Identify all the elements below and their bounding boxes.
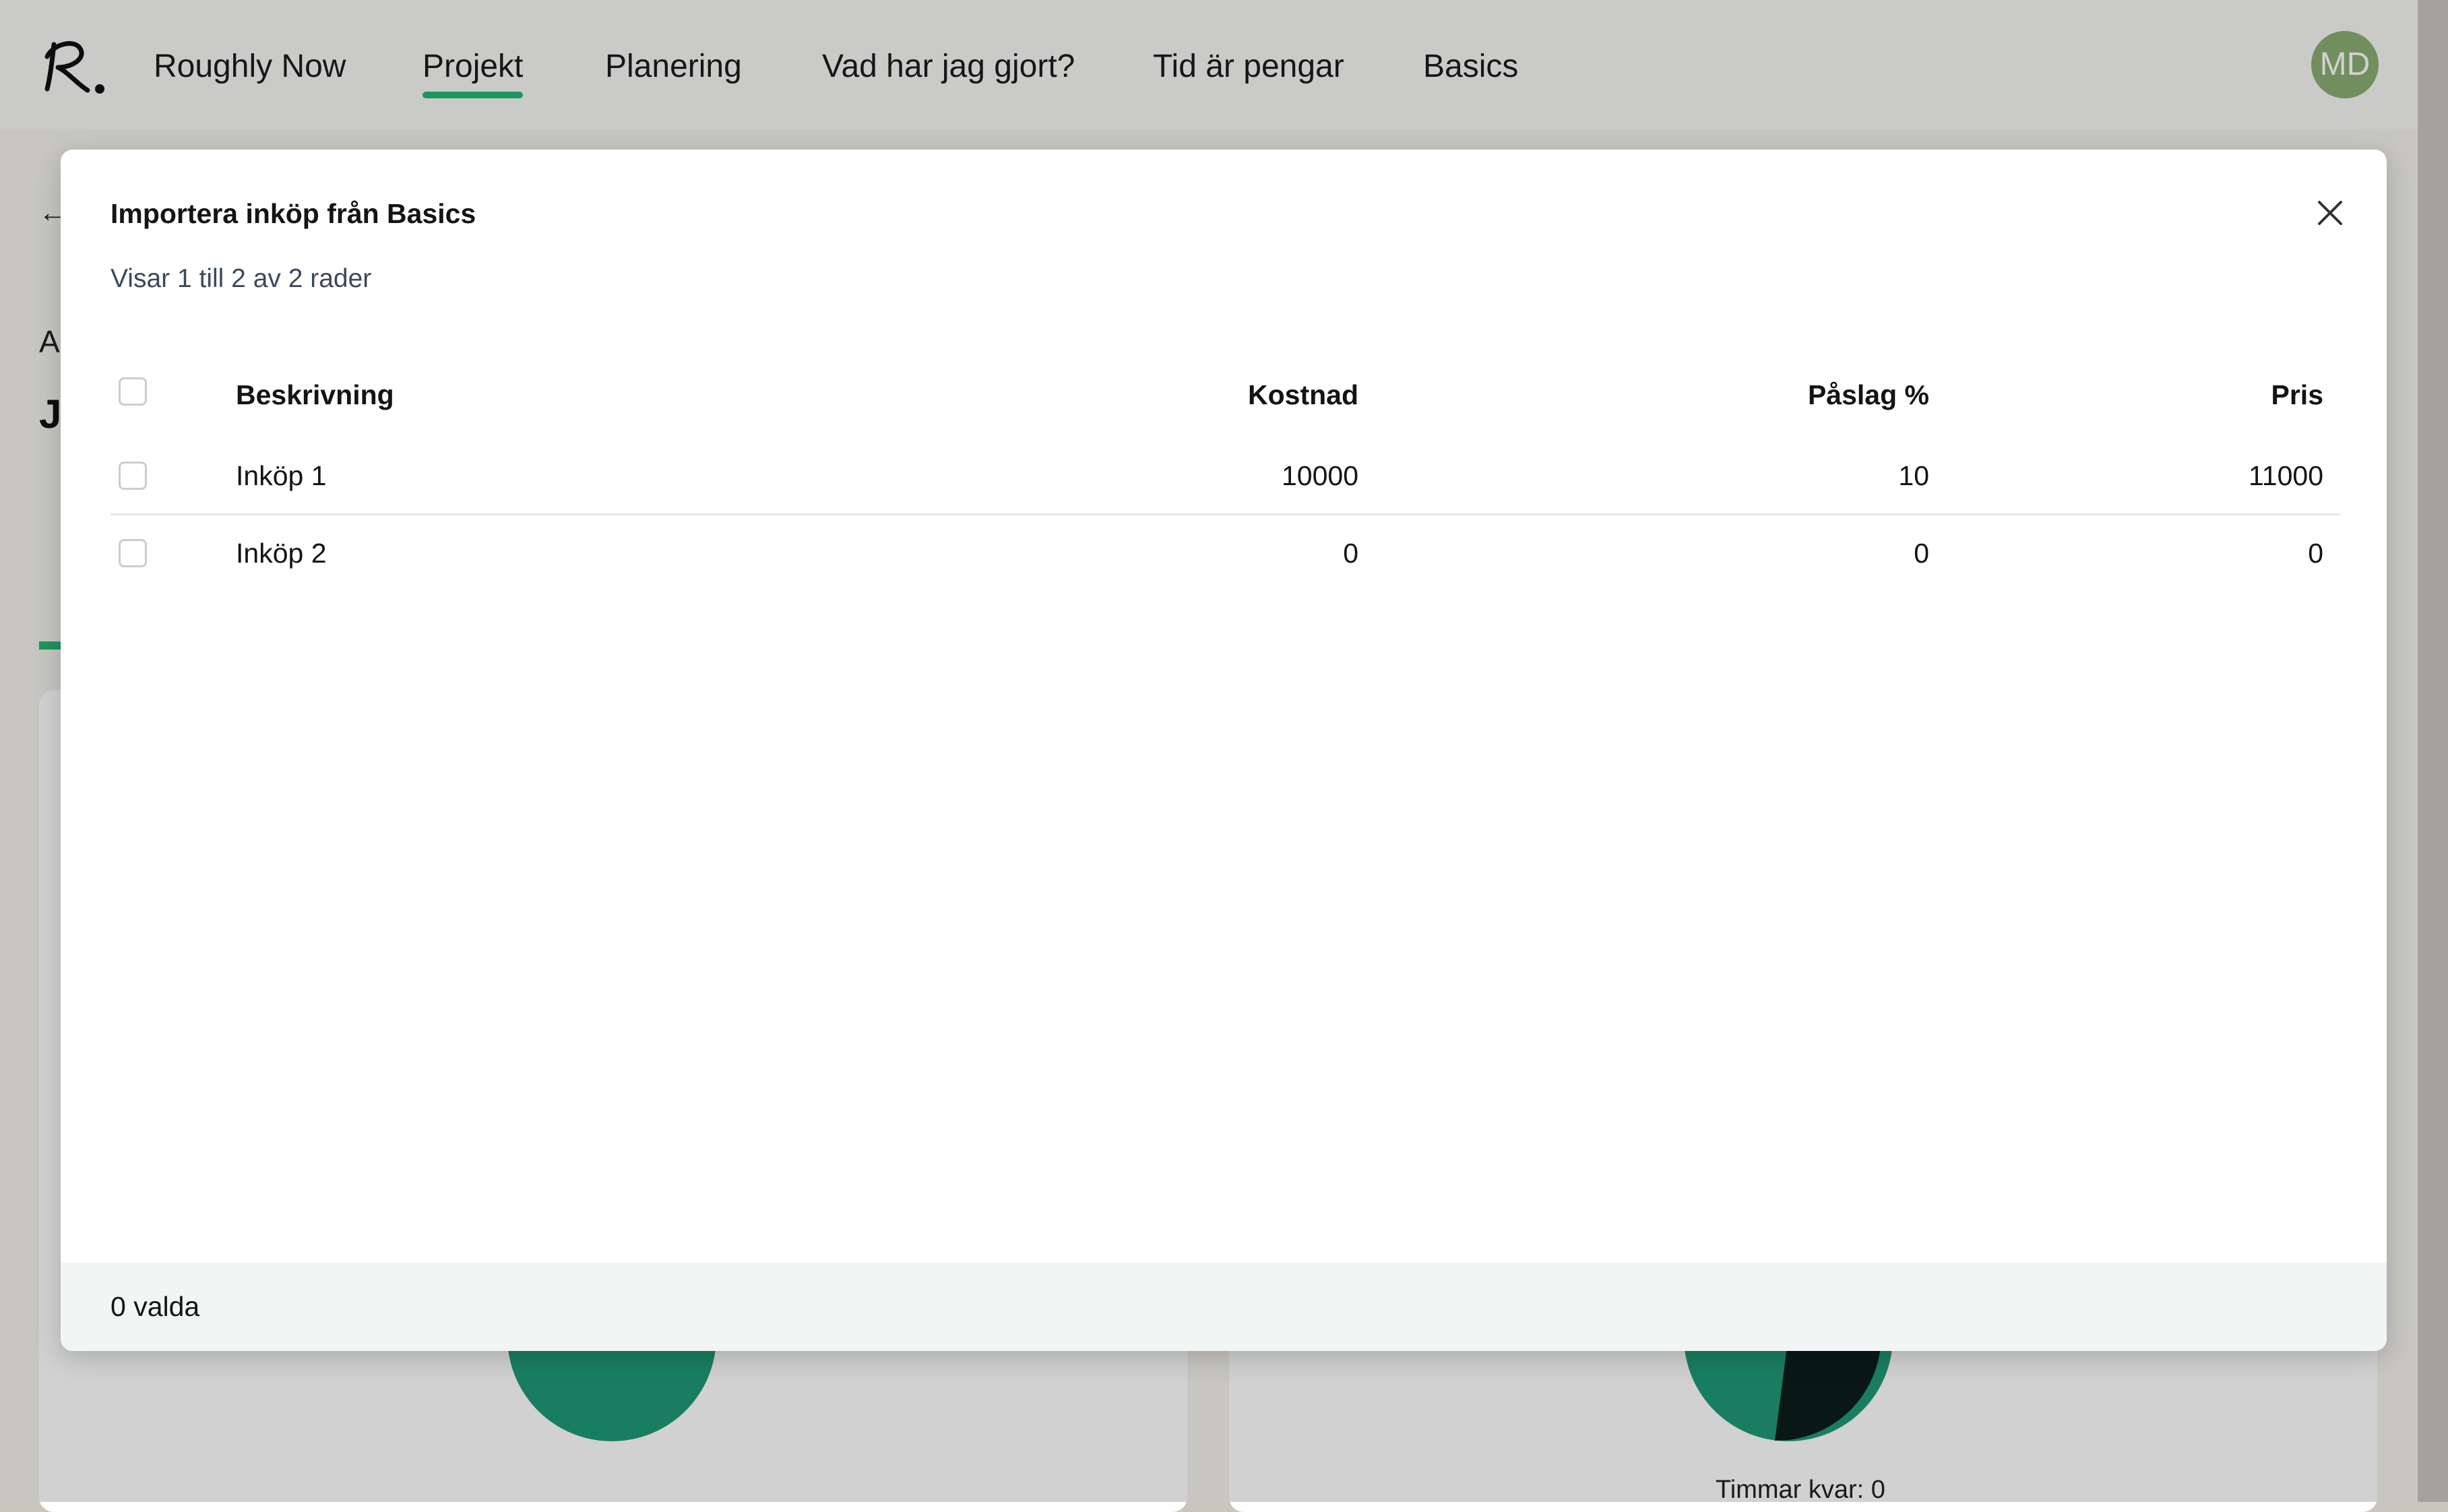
row-count-text: Visar 1 till 2 av 2 rader (111, 264, 372, 293)
row-markup: 0 (1914, 537, 1929, 569)
close-button[interactable] (2303, 186, 2357, 240)
selected-count: 0 valda (111, 1290, 200, 1322)
row-checkbox[interactable] (119, 462, 147, 490)
purchases-table: Beskrivning Kostnad Påslag % Pris Inköp … (111, 352, 2340, 591)
row-select-cell (111, 438, 167, 513)
column-header-cost[interactable]: Kostnad (1248, 352, 1358, 438)
modal-title: Importera inköp från Basics (111, 198, 476, 229)
table-row[interactable]: Inköp 1 10000 10 11000 (111, 438, 2340, 515)
modal-footer: 0 valda (61, 1262, 2387, 1351)
select-all-checkbox[interactable] (119, 377, 147, 406)
table-header-row: Beskrivning Kostnad Påslag % Pris (111, 352, 2340, 438)
row-description: Inköp 2 (236, 537, 327, 569)
column-header-price[interactable]: Pris (2271, 352, 2324, 438)
column-header-markup[interactable]: Påslag % (1808, 352, 1929, 438)
row-cost: 10000 (1281, 460, 1358, 491)
select-all-cell (111, 352, 167, 438)
row-checkbox[interactable] (119, 539, 147, 567)
row-markup: 10 (1898, 460, 1929, 491)
table-row[interactable]: Inköp 2 0 0 0 (111, 515, 2340, 591)
close-icon (2318, 201, 2342, 225)
import-purchases-modal: Importera inköp från Basics Visar 1 till… (61, 150, 2387, 1351)
column-header-description[interactable]: Beskrivning (236, 352, 394, 438)
row-price: 11000 (2249, 460, 2323, 491)
row-cost: 0 (1343, 537, 1358, 569)
row-price: 0 (2308, 537, 2323, 569)
row-select-cell (111, 515, 167, 591)
row-description: Inköp 1 (236, 460, 327, 491)
